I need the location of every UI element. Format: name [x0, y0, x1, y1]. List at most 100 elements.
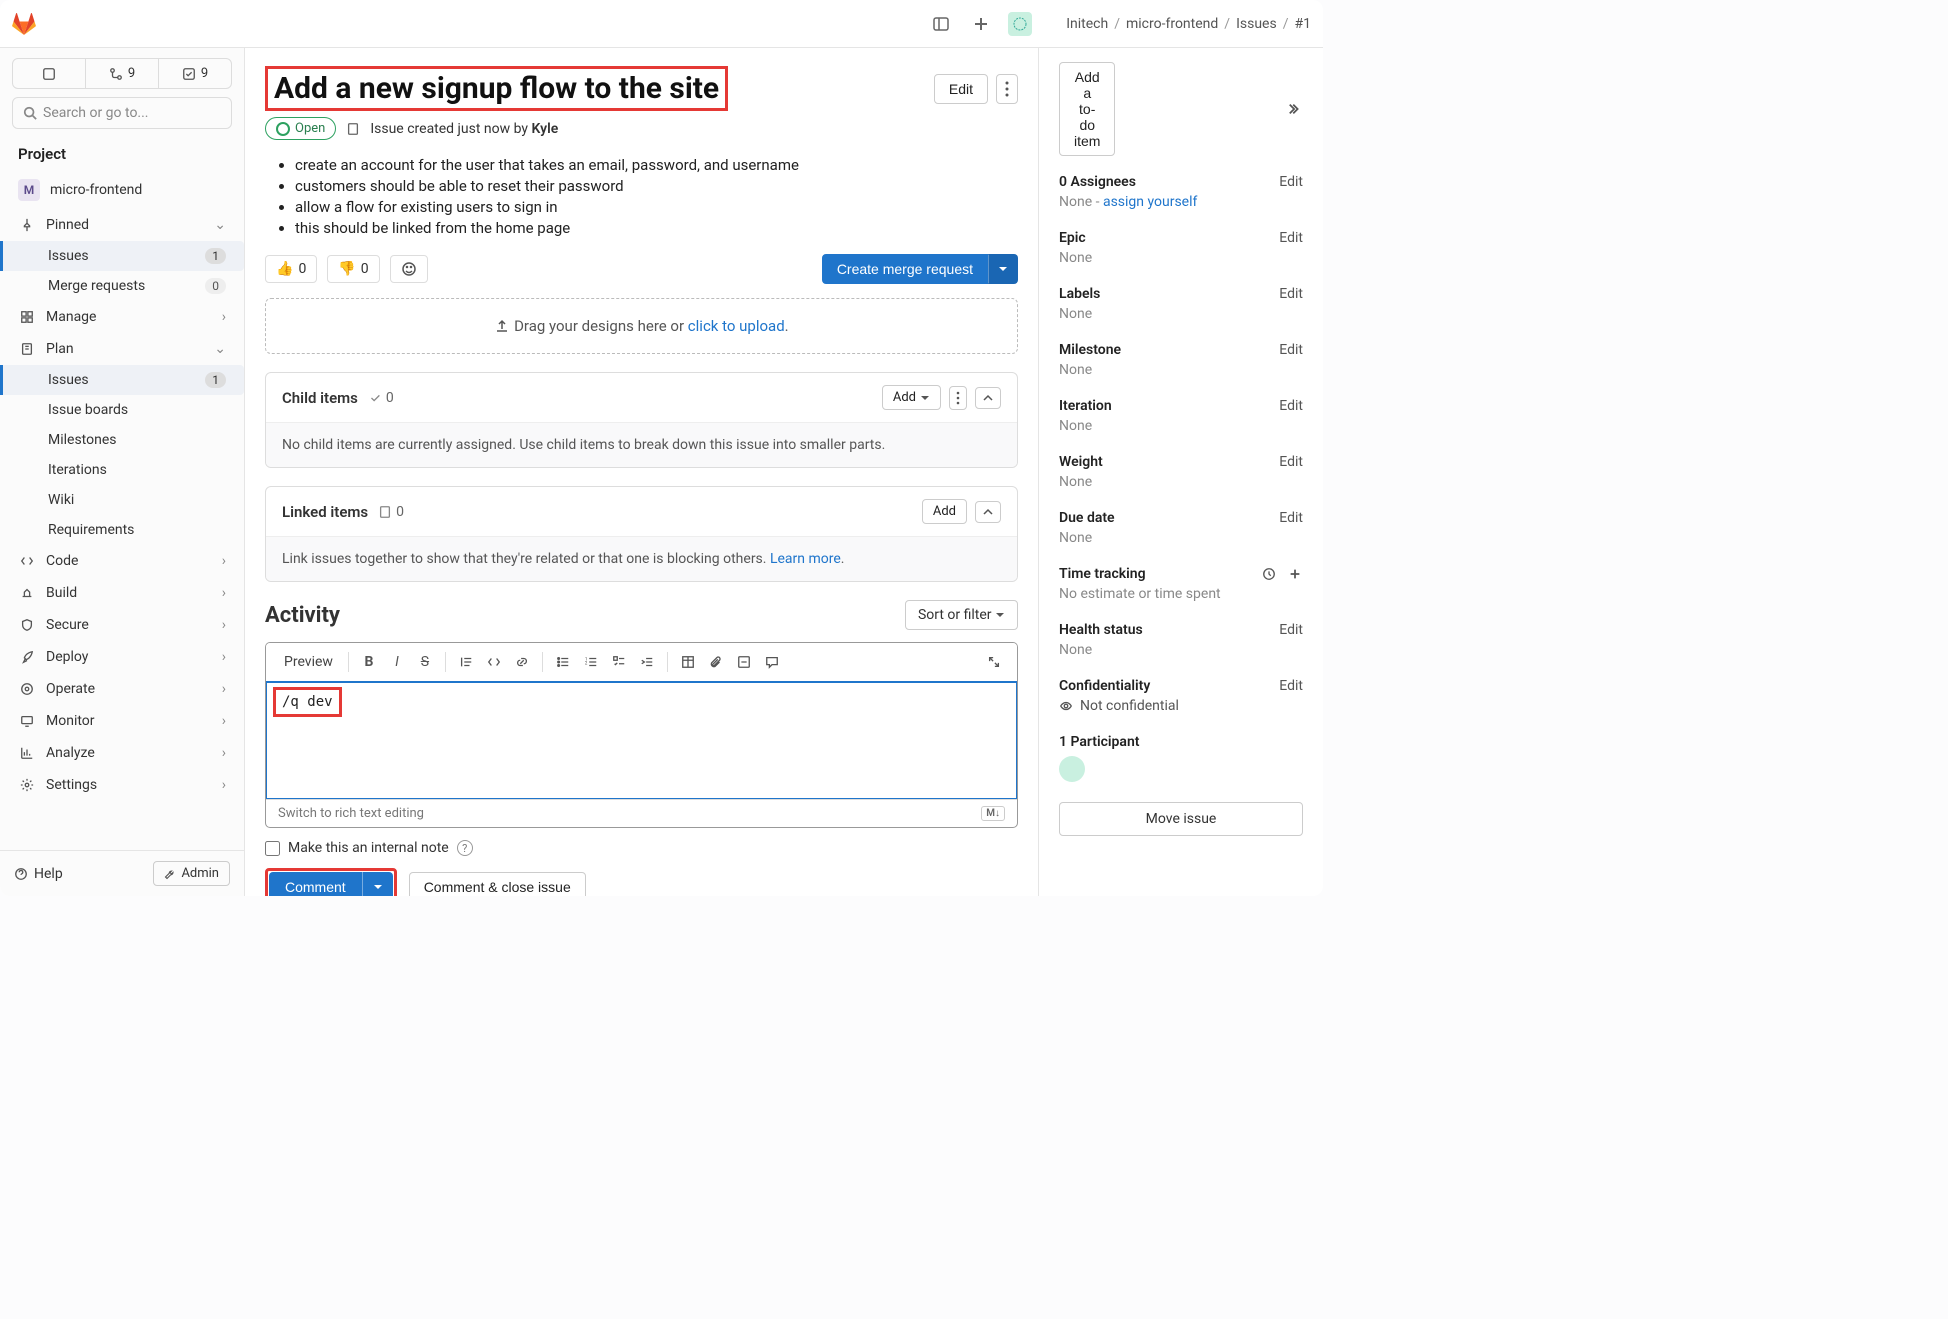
admin-button[interactable]: Admin [153, 861, 230, 886]
sidebar-monitor[interactable]: Monitor› [0, 705, 244, 737]
comment-textarea[interactable]: /q dev [267, 683, 1016, 798]
sort-filter-button[interactable]: Sort or filter [905, 600, 1018, 630]
time-tracking-add-icon[interactable] [1287, 566, 1303, 582]
participant-avatar[interactable] [1059, 756, 1085, 782]
design-upload-dropzone[interactable]: Drag your designs here or click to uploa… [265, 298, 1018, 354]
sidebar-deploy[interactable]: Deploy› [0, 641, 244, 673]
sidebar-plan-milestones[interactable]: Milestones [0, 425, 244, 455]
sidebar-plan-wiki[interactable]: Wiki [0, 485, 244, 515]
sidebar-manage[interactable]: Manage› [0, 301, 244, 333]
help-link[interactable]: Help [14, 866, 63, 882]
sidebar-todo-shortcut[interactable]: 9 [159, 59, 231, 88]
indent-icon[interactable] [634, 649, 660, 675]
react-thumbs-up[interactable]: 👍 0 [265, 255, 317, 283]
create-new-icon[interactable] [968, 11, 994, 37]
epic-edit[interactable]: Edit [1279, 230, 1303, 246]
edit-button[interactable]: Edit [934, 74, 988, 104]
sidebar-secure[interactable]: Secure› [0, 609, 244, 641]
strike-icon[interactable]: S [412, 649, 438, 675]
collapse-right-icon[interactable] [1287, 101, 1303, 117]
linked-items-count: 0 [378, 504, 404, 520]
sidebar-plan-issue-boards[interactable]: Issue boards [0, 395, 244, 425]
weight-edit[interactable]: Edit [1279, 454, 1303, 470]
health-heading: Health status [1059, 622, 1143, 638]
child-more-button[interactable] [949, 386, 967, 410]
sidebar-plan-iterations[interactable]: Iterations [0, 455, 244, 485]
child-collapse-button[interactable] [975, 387, 1001, 409]
sidebar-issues-shortcut[interactable] [13, 59, 86, 88]
assignees-edit[interactable]: Edit [1279, 174, 1303, 190]
react-add-emoji[interactable] [390, 255, 428, 283]
code-icon[interactable] [481, 649, 507, 675]
sidebar-project-link[interactable]: M micro-frontend [0, 171, 244, 209]
sidebar-operate[interactable]: Operate› [0, 673, 244, 705]
breadcrumb-section[interactable]: Issues [1236, 16, 1277, 32]
sidebar-code[interactable]: Code› [0, 545, 244, 577]
assignees-heading: 0 Assignees [1059, 174, 1136, 190]
linked-add-button[interactable]: Add [922, 499, 967, 524]
sidebar-pinned-issues[interactable]: Issues 1 [0, 241, 244, 271]
project-name: micro-frontend [50, 182, 142, 198]
linked-collapse-button[interactable] [975, 501, 1001, 523]
sidebar-pinned-toggle[interactable]: Pinned ⌄ [0, 209, 244, 241]
linked-empty-text: Link issues together to show that they'r… [266, 536, 1017, 581]
assign-yourself-link[interactable]: assign yourself [1103, 194, 1197, 210]
labels-heading: Labels [1059, 286, 1100, 302]
user-avatar[interactable] [1008, 12, 1032, 36]
sidebar-plan-issues[interactable]: Issues1 [0, 365, 244, 395]
comment-quote-icon[interactable] [759, 649, 785, 675]
time-tracking-history-icon[interactable] [1261, 566, 1277, 582]
comment-button[interactable]: Comment [269, 872, 362, 896]
sidebar-plan-requirements[interactable]: Requirements [0, 515, 244, 545]
react-thumbs-down[interactable]: 👎 0 [327, 255, 379, 283]
switch-rich-text[interactable]: Switch to rich text editing [278, 806, 424, 821]
breadcrumb-org[interactable]: Initech [1066, 16, 1108, 32]
add-todo-button[interactable]: Add a to-do item [1059, 62, 1115, 156]
checklist-icon[interactable] [606, 649, 632, 675]
ul-icon[interactable] [550, 649, 576, 675]
sidebar-toggle-icon[interactable] [928, 11, 954, 37]
sidebar-analyze[interactable]: Analyze› [0, 737, 244, 769]
health-edit[interactable]: Edit [1279, 622, 1303, 638]
project-avatar: M [18, 179, 40, 201]
sidebar-build[interactable]: Build› [0, 577, 244, 609]
move-issue-button[interactable]: Move issue [1059, 802, 1303, 836]
confidentiality-edit[interactable]: Edit [1279, 678, 1303, 694]
bold-icon[interactable]: B [356, 649, 382, 675]
help-tooltip-icon[interactable]: ? [457, 840, 473, 856]
table-icon[interactable] [675, 649, 701, 675]
comment-dropdown[interactable] [362, 872, 393, 896]
sidebar-plan[interactable]: Plan⌄ [0, 333, 244, 365]
pin-icon [18, 216, 36, 234]
preview-tab[interactable]: Preview [276, 650, 341, 674]
created-text: Issue created just now by Kyle [370, 121, 558, 137]
rocket-icon [18, 648, 36, 666]
upload-link[interactable]: click to upload [688, 317, 785, 335]
fullscreen-icon[interactable] [981, 649, 1007, 675]
quote-icon[interactable] [453, 649, 479, 675]
create-merge-request-button[interactable]: Create merge request [822, 254, 988, 284]
attach-icon[interactable] [703, 649, 729, 675]
ol-icon[interactable]: 12 [578, 649, 604, 675]
iteration-edit[interactable]: Edit [1279, 398, 1303, 414]
learn-more-link[interactable]: Learn more [770, 551, 841, 567]
breadcrumb-project[interactable]: micro-frontend [1126, 16, 1218, 32]
sidebar-settings[interactable]: Settings› [0, 769, 244, 801]
internal-note-checkbox[interactable] [265, 841, 280, 856]
due-edit[interactable]: Edit [1279, 510, 1303, 526]
more-actions-button[interactable] [996, 74, 1018, 104]
labels-edit[interactable]: Edit [1279, 286, 1303, 302]
italic-icon[interactable]: I [384, 649, 410, 675]
sidebar-mr-shortcut[interactable]: 9 [86, 59, 159, 88]
search-input[interactable]: Search or go to... [12, 97, 232, 129]
sidebar-pinned-merge-requests[interactable]: Merge requests 0 [0, 271, 244, 301]
breadcrumb-id[interactable]: #1 [1295, 16, 1312, 32]
link-icon[interactable] [509, 649, 535, 675]
milestone-edit[interactable]: Edit [1279, 342, 1303, 358]
comment-close-button[interactable]: Comment & close issue [409, 872, 586, 896]
gitlab-logo[interactable] [12, 12, 36, 36]
child-add-button[interactable]: Add [882, 385, 941, 410]
status-badge: Open [265, 117, 336, 140]
details-icon[interactable] [731, 649, 757, 675]
create-mr-dropdown[interactable] [988, 254, 1018, 284]
